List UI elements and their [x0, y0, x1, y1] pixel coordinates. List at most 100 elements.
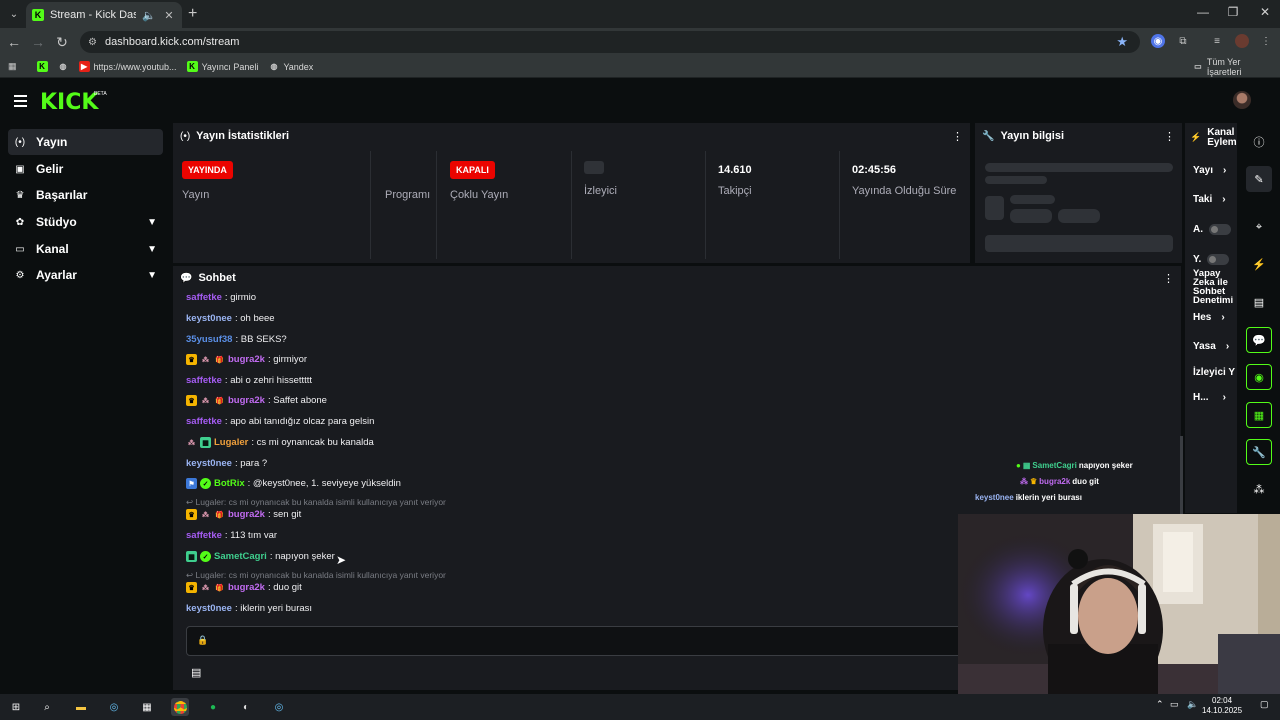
sidebar-item-kanal[interactable]: ▭ Kanal ▼	[8, 236, 163, 262]
chat-username[interactable]: keyst0nee	[186, 458, 232, 469]
chevron-right-icon: ›	[1225, 341, 1230, 352]
tray-chevron-icon[interactable]: ⌃	[1156, 699, 1164, 710]
bookmark-star-icon[interactable]: ★	[1116, 34, 1128, 50]
wrench-icon[interactable]: 🔧	[1246, 439, 1272, 465]
search-icon[interactable]: ⌕	[38, 698, 56, 716]
toggle-switch[interactable]	[1207, 254, 1230, 265]
kebab-menu-icon[interactable]: ⋮	[1164, 130, 1175, 143]
chat-icon[interactable]: 💬	[1246, 327, 1272, 353]
chat-username[interactable]: bugra2k	[228, 354, 265, 365]
bookmark-kick-panel[interactable]: K Yayıncı Paneli	[186, 61, 258, 72]
windows-start-icon[interactable]: ⊞	[7, 698, 25, 716]
chat-username[interactable]: saffetke	[186, 416, 222, 427]
avatar[interactable]	[1233, 91, 1251, 109]
network-icon[interactable]: ▭	[1170, 699, 1179, 710]
chat-reply-context[interactable]: ↩ Lugaler: cs mi oynanıcak bu kanalda is…	[186, 497, 446, 508]
address-input[interactable]: ⚙ dashboard.kick.com/stream ★	[80, 31, 1140, 53]
sidebar-item-studyo[interactable]: ✿ Stüdyo ▼	[8, 209, 163, 235]
info-icon[interactable]: ⓘ	[1246, 129, 1272, 155]
chat-username[interactable]: saffetke	[186, 375, 222, 386]
chat-username[interactable]: Lugaler	[214, 437, 248, 448]
browser-tab[interactable]: K Stream - Kick Dashboard 🔈 ✕	[26, 2, 182, 28]
chat-username[interactable]: saffetke	[186, 292, 222, 303]
chat-message: saffetke: girmio	[186, 292, 256, 303]
apps-grid-icon[interactable]: ▦	[8, 61, 17, 72]
kebab-menu-icon[interactable]: ⋮	[952, 130, 963, 143]
menu-kebab-icon[interactable]: ⋮	[1259, 34, 1273, 48]
restore-icon[interactable]: ❐	[1218, 5, 1248, 19]
action-row[interactable]: Yasa ›	[1193, 341, 1229, 352]
reload-icon[interactable]: ↻	[50, 34, 74, 51]
forward-icon[interactable]: →	[26, 34, 50, 50]
file-explorer-icon[interactable]: ▬	[72, 698, 90, 716]
reading-list-icon[interactable]: ≡	[1210, 34, 1224, 48]
notification-icon[interactable]: ▢	[1260, 699, 1269, 710]
skeleton-line	[1010, 195, 1055, 204]
chrome-icon[interactable]	[171, 698, 189, 716]
bookmark-kick[interactable]: K	[36, 61, 48, 72]
sidebar-item-gelir[interactable]: ▣ Gelir	[8, 156, 163, 182]
lightning-icon[interactable]: ⚡	[1246, 251, 1272, 277]
kick-logo[interactable]: KICK	[40, 90, 98, 115]
chat-username[interactable]: 35yusuf38	[186, 334, 232, 345]
action-row[interactable]: Yayı ›	[1193, 165, 1226, 176]
tab-close-icon[interactable]: ✕	[162, 9, 176, 22]
back-icon[interactable]: ←	[2, 34, 26, 50]
broadcast-icon: (•)	[180, 130, 191, 142]
chat-input[interactable]: 🔒	[186, 626, 966, 656]
divider	[839, 151, 840, 259]
action-row[interactable]: H... ›	[1193, 392, 1226, 403]
chat-username[interactable]: saffetke	[186, 530, 222, 541]
chat-username[interactable]: bugra2k	[228, 509, 265, 520]
all-bookmarks[interactable]: ▭ Tüm Yer İşaretleri	[1193, 57, 1270, 77]
bookmark-yandex[interactable]: ◍ Yandex	[268, 61, 313, 72]
tab-search-icon[interactable]: ⌄	[3, 3, 25, 25]
action-toggle-row[interactable]: A.	[1193, 224, 1231, 235]
site-info-icon[interactable]: ⚙	[88, 37, 97, 48]
tab-audio-icon[interactable]: 🔈	[142, 9, 156, 22]
steam-icon[interactable]: ◎	[105, 698, 123, 716]
chat-username[interactable]: keyst0nee	[186, 603, 232, 614]
volume-icon[interactable]: 🔈	[1187, 699, 1198, 710]
action-row[interactable]: İzleyici Y	[1193, 367, 1235, 378]
sidebar-item-yayin[interactable]: (•) Yayın	[8, 129, 163, 155]
chat-reply-context[interactable]: ↩ Lugaler: cs mi oynanıcak bu kanalda is…	[186, 570, 446, 581]
spotify-icon[interactable]: ●	[204, 698, 222, 716]
document-icon[interactable]: ▤	[1246, 289, 1272, 315]
target-icon[interactable]: ⌖	[1246, 214, 1272, 240]
hamburger-menu-icon[interactable]	[14, 95, 27, 110]
chat-message: 35yusuf38: BB SEKS?	[186, 334, 287, 345]
emote-store-icon[interactable]: ▤	[191, 666, 201, 679]
kebab-menu-icon[interactable]: ⋮	[1163, 272, 1174, 285]
toggle-switch[interactable]	[1209, 224, 1231, 235]
pencil-icon[interactable]: ✎	[1246, 166, 1272, 192]
extension-icon[interactable]: ◉	[1151, 34, 1165, 48]
window-close-icon[interactable]: ✕	[1250, 5, 1280, 19]
sidebar-item-basarilar[interactable]: ♛ Başarılar	[8, 182, 163, 208]
obs-icon[interactable]: ◐	[237, 698, 255, 716]
action-toggle-row[interactable]: Y.	[1193, 254, 1230, 265]
profile-icon[interactable]	[1235, 34, 1249, 48]
chat-icon: 💬	[180, 272, 193, 284]
action-row[interactable]: Hes ›	[1193, 312, 1225, 323]
layout-icon[interactable]: ▦	[1246, 402, 1272, 428]
store-icon[interactable]: ▦	[138, 698, 156, 716]
broadcast-icon[interactable]: ◉	[1246, 364, 1272, 390]
chat-username[interactable]: bugra2k	[228, 582, 265, 593]
chat-username[interactable]: bugra2k	[228, 395, 265, 406]
extensions-puzzle-icon[interactable]: ⧉	[1176, 34, 1190, 48]
action-row[interactable]: Taki ›	[1193, 194, 1226, 205]
new-tab-icon[interactable]: +	[188, 5, 197, 23]
sidebar-item-ayarlar[interactable]: ⚙ Ayarlar ▼	[8, 262, 163, 288]
chat-username[interactable]: SametCagri	[214, 551, 267, 562]
minimize-icon[interactable]: —	[1188, 5, 1218, 19]
chat-username[interactable]: keyst0nee	[186, 313, 232, 324]
clock[interactable]: 02:04 14.10.2025	[1202, 696, 1242, 716]
chat-scrollbar[interactable]	[1180, 436, 1183, 514]
bookmark-globe[interactable]: ◍	[58, 61, 69, 72]
skeleton-button	[985, 235, 1173, 252]
steam-icon[interactable]: ◎	[270, 698, 288, 716]
chat-username[interactable]: BotRix	[214, 478, 245, 489]
bookmark-youtube[interactable]: ▶ https://www.youtub...	[78, 61, 177, 72]
apps-icon[interactable]: ⁂	[1246, 476, 1272, 502]
